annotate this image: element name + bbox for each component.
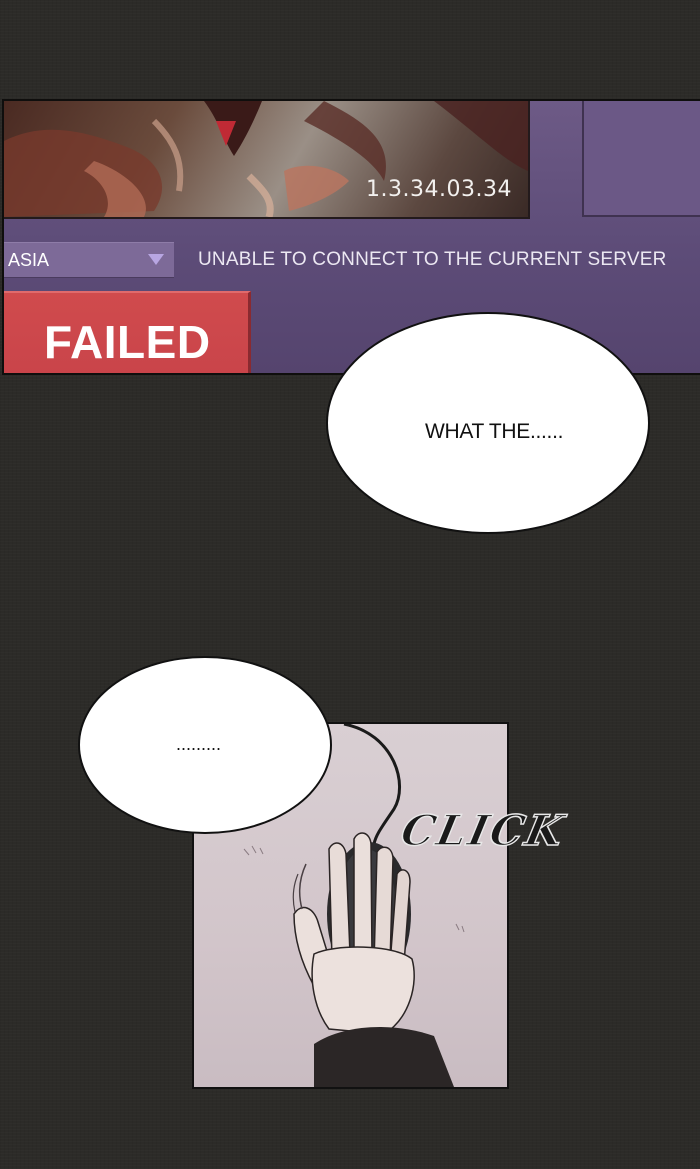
game-banner: 1.3.34.03.34: [4, 101, 530, 219]
dropdown-triangle-icon: [148, 254, 164, 265]
comic-page: 1.3.34.03.34 ASIA UNABLE TO CONNECT TO T…: [0, 0, 700, 1169]
click-sound-effect: CLICK: [396, 805, 570, 856]
failed-label: FAILED: [44, 316, 211, 368]
region-dropdown[interactable]: ASIA: [4, 242, 174, 278]
failed-status-button[interactable]: FAILED: [4, 291, 251, 373]
version-number: 1.3.34.03.34: [366, 177, 512, 202]
speech-bubble: .........: [78, 656, 332, 834]
speech-bubble: WHAT THE......: [326, 312, 650, 534]
speech-text: WHAT THE......: [425, 420, 564, 443]
side-panel: [582, 101, 700, 217]
region-dropdown-value: ASIA: [8, 250, 50, 270]
launcher-screen-panel: 1.3.34.03.34 ASIA UNABLE TO CONNECT TO T…: [2, 99, 700, 375]
connection-error-message: UNABLE TO CONNECT TO THE CURRENT SERVER: [198, 249, 667, 270]
speech-text: .........: [176, 734, 222, 754]
